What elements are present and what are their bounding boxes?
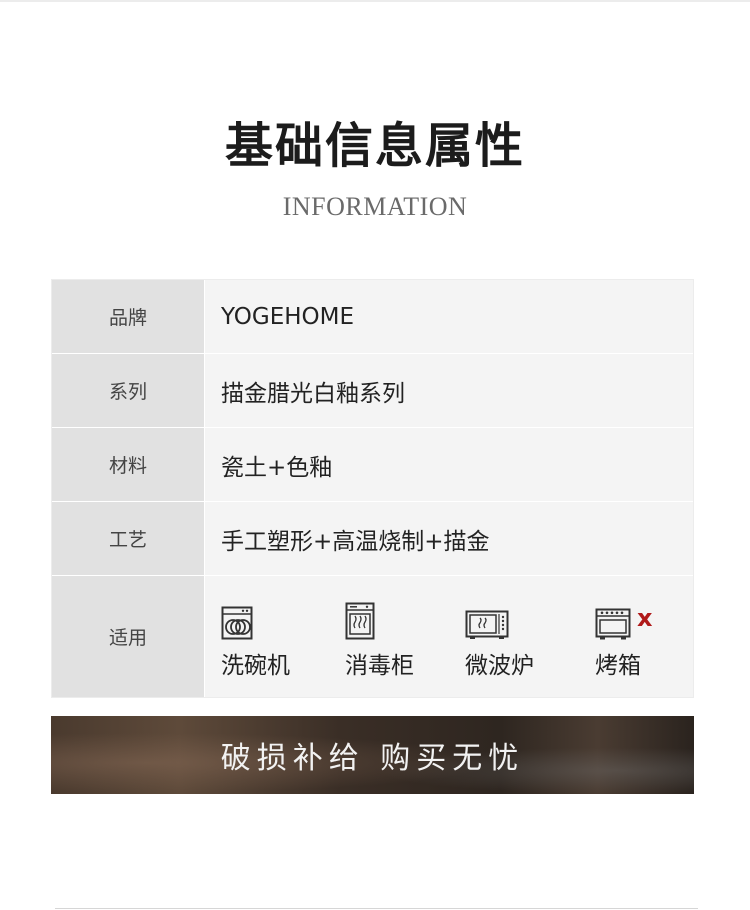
table-row-craft: 工艺 手工塑形+高温烧制+描金 xyxy=(52,502,693,576)
row-label: 适用 xyxy=(52,576,204,697)
usage-label: 洗碗机 xyxy=(221,653,290,679)
sterilizer-icon xyxy=(345,602,375,640)
guarantee-banner: 破损补给 购买无忧 xyxy=(51,716,694,794)
row-label: 品牌 xyxy=(52,280,204,353)
usage-cell: 洗碗机 消毒柜 微波炉 烤箱 x xyxy=(204,576,693,697)
top-divider xyxy=(0,0,750,2)
row-value: YOGEHOME xyxy=(204,280,693,353)
usage-label: 微波炉 xyxy=(465,653,534,679)
oven-icon xyxy=(595,602,631,640)
row-label: 材料 xyxy=(52,428,204,501)
page-subtitle: INFORMATION xyxy=(282,192,468,221)
usage-item-dishwasher: 洗碗机 xyxy=(221,602,290,680)
table-row-usage: 适用 洗碗机 消毒柜 微波炉 烤箱 x xyxy=(52,576,693,697)
usage-label: 烤箱 xyxy=(595,653,641,679)
usage-label: 消毒柜 xyxy=(345,653,414,679)
table-row-series: 系列 描金腊光白釉系列 xyxy=(52,354,693,428)
row-label: 工艺 xyxy=(52,502,204,575)
row-label: 系列 xyxy=(52,354,204,427)
not-allowed-icon: x xyxy=(637,604,653,632)
page-title: 基础信息属性 xyxy=(224,118,525,174)
usage-item-microwave: 微波炉 xyxy=(465,602,534,680)
table-row-material: 材料 瓷土+色釉 xyxy=(52,428,693,502)
usage-list: 洗碗机 消毒柜 微波炉 烤箱 x xyxy=(205,576,693,697)
table-row-brand: 品牌 YOGEHOME xyxy=(52,280,693,354)
usage-item-sterilizer: 消毒柜 xyxy=(345,602,414,680)
row-value: 手工塑形+高温烧制+描金 xyxy=(204,502,693,575)
dishwasher-icon xyxy=(221,602,253,640)
info-table: 品牌 YOGEHOME 系列 描金腊光白釉系列 材料 瓷土+色釉 工艺 手工塑形… xyxy=(51,279,694,698)
bottom-divider xyxy=(55,908,698,909)
usage-item-oven: 烤箱 xyxy=(595,602,641,680)
row-value: 瓷土+色釉 xyxy=(204,428,693,501)
banner-text: 破损补给 购买无忧 xyxy=(220,741,525,776)
row-value: 描金腊光白釉系列 xyxy=(204,354,693,427)
microwave-icon xyxy=(465,602,509,640)
